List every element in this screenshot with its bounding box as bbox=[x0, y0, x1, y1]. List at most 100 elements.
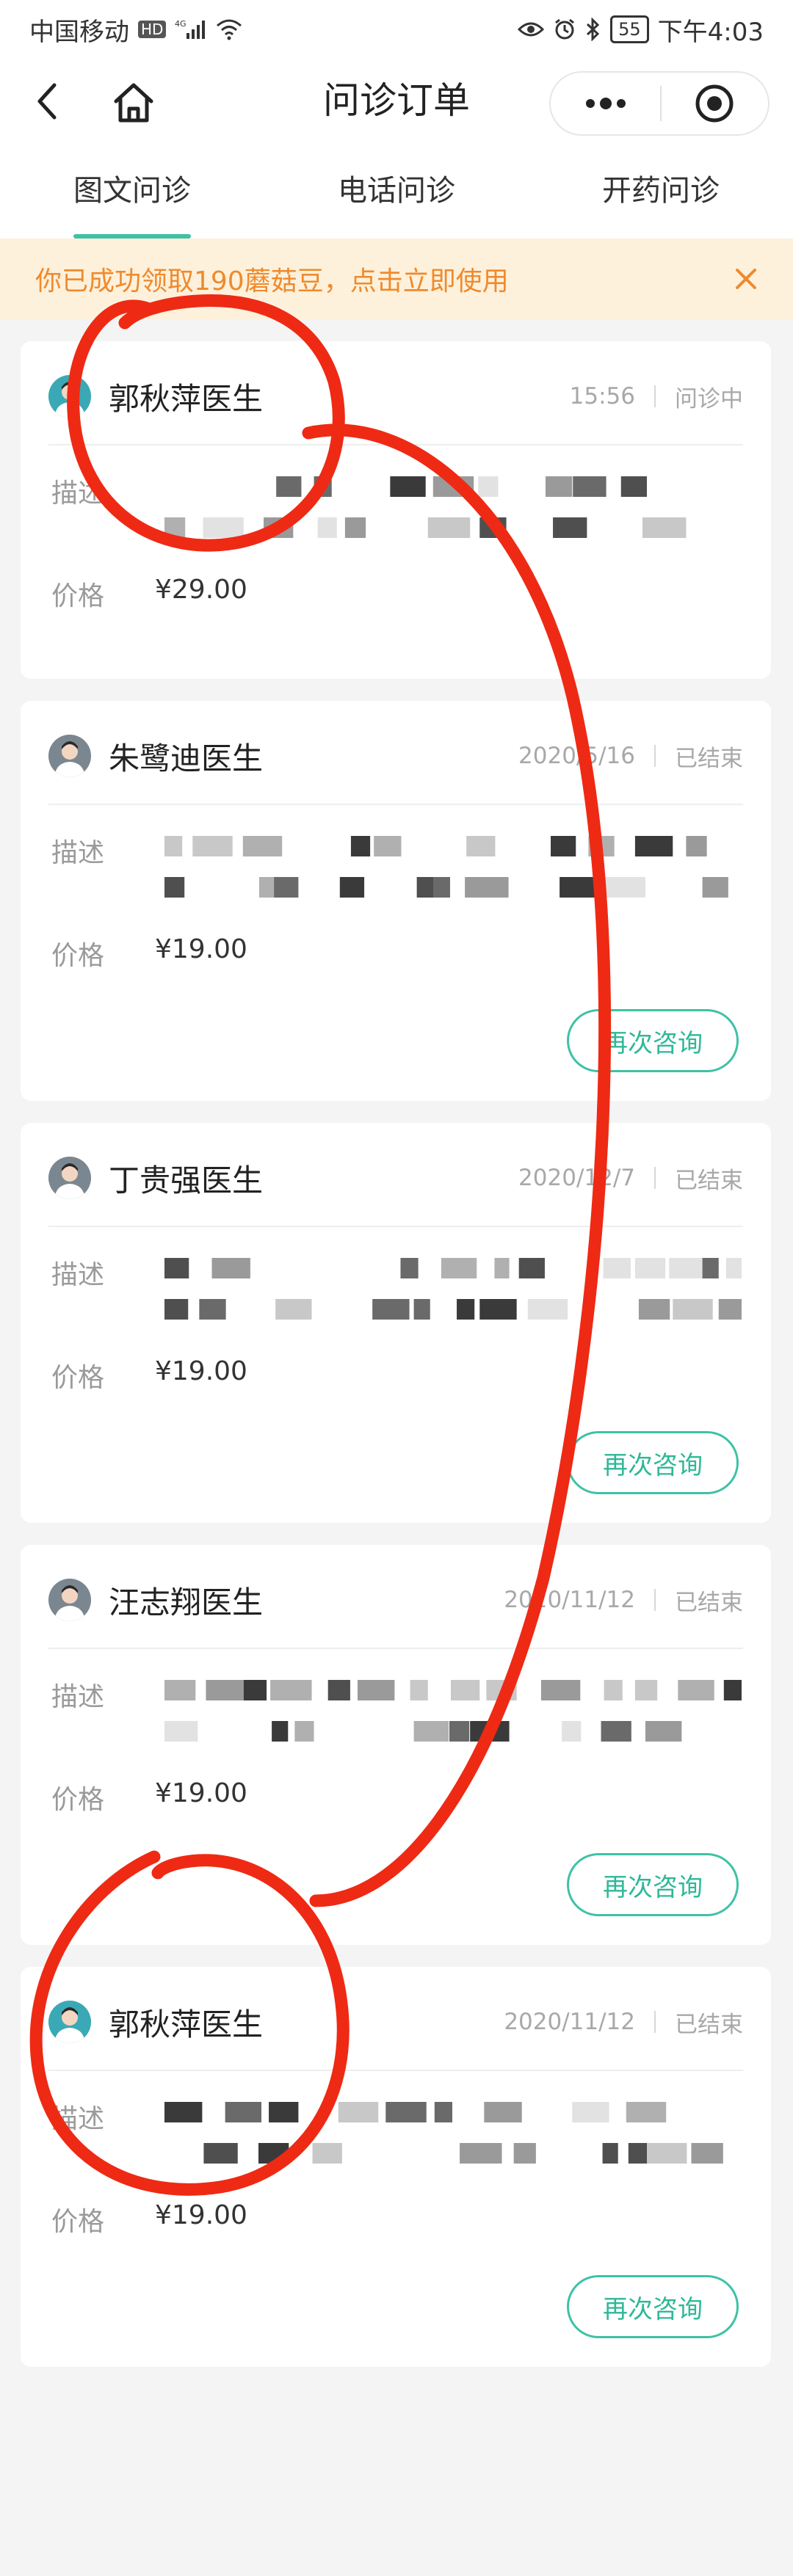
order-status: 问诊中 bbox=[675, 385, 743, 412]
card-header: 丁贵强医生 2020/12/7 已结束 bbox=[48, 1145, 743, 1211]
tab-prescription-consult[interactable]: 开药问诊 bbox=[529, 143, 793, 239]
doctor-name: 朱鹭迪医生 bbox=[109, 740, 264, 776]
status-bar: 中国移动 HD 4G 55 下午4:03 bbox=[0, 0, 793, 59]
desc-blurred-content bbox=[164, 826, 742, 914]
order-meta: 2020/11/12 已结束 bbox=[504, 1584, 743, 1617]
card-divider bbox=[48, 804, 743, 805]
home-button[interactable] bbox=[110, 79, 157, 126]
doctor-avatar bbox=[48, 735, 91, 777]
doctor-name: 丁贵强医生 bbox=[109, 1162, 264, 1198]
card-header: 郭秋萍医生 15:56 问诊中 bbox=[48, 363, 743, 429]
price-value: ¥19.00 bbox=[155, 1778, 247, 1808]
miniprogram-capsule bbox=[549, 71, 770, 136]
doctor-name: 汪志翔医生 bbox=[109, 1584, 264, 1620]
desc-label: 描述 bbox=[51, 479, 105, 509]
tab-label: 电话问诊 bbox=[338, 174, 455, 208]
target-close-icon bbox=[695, 84, 734, 123]
card-header: 朱鹭迪医生 2020/5/16 已结束 bbox=[48, 723, 743, 789]
more-button[interactable] bbox=[551, 73, 660, 134]
desc-label: 描述 bbox=[51, 838, 105, 868]
order-time: 2020/11/12 bbox=[504, 1587, 635, 1613]
order-time: 2020/11/12 bbox=[504, 2009, 635, 2035]
desc-blurred-content bbox=[164, 1670, 764, 1758]
order-meta: 2020/11/12 已结束 bbox=[504, 2006, 743, 2039]
card-divider bbox=[48, 444, 743, 445]
meta-divider bbox=[654, 745, 656, 767]
price-value: ¥19.00 bbox=[155, 934, 247, 964]
price-value: ¥19.00 bbox=[155, 2200, 247, 2230]
reconsult-button[interactable]: 再次咨询 bbox=[567, 2275, 739, 2338]
carrier-label: 中国移动 bbox=[29, 17, 129, 47]
bluetooth-icon bbox=[585, 18, 601, 41]
price-label: 价格 bbox=[51, 1363, 105, 1393]
order-time: 2020/5/16 bbox=[518, 743, 635, 769]
order-status: 已结束 bbox=[675, 1589, 743, 1616]
meta-divider bbox=[654, 1589, 656, 1611]
order-card[interactable]: 汪志翔医生 2020/11/12 已结束描述价格 ¥19.00 再次咨询 bbox=[21, 1545, 771, 1945]
price-label: 价格 bbox=[51, 581, 105, 611]
hd-icon: HD bbox=[138, 21, 167, 38]
reconsult-button[interactable]: 再次咨询 bbox=[567, 1431, 739, 1494]
order-card[interactable]: 郭秋萍医生 2020/11/12 已结束描述价格 ¥19.00 再次咨询 bbox=[21, 1967, 771, 2367]
tab-text-consult[interactable]: 图文问诊 bbox=[0, 143, 264, 239]
promo-close-button[interactable] bbox=[728, 261, 764, 296]
desc-label: 描述 bbox=[51, 1260, 105, 1290]
price-value: ¥19.00 bbox=[155, 1356, 247, 1386]
price-label: 价格 bbox=[51, 2207, 105, 2237]
card-header: 汪志翔医生 2020/11/12 已结束 bbox=[48, 1567, 743, 1633]
close-icon bbox=[736, 269, 756, 289]
price-label: 价格 bbox=[51, 1785, 105, 1815]
price-value: ¥29.00 bbox=[155, 575, 247, 605]
eye-icon bbox=[518, 20, 545, 39]
doctor-name: 郭秋萍医生 bbox=[109, 2006, 264, 2042]
tab-phone-consult[interactable]: 电话问诊 bbox=[264, 143, 529, 239]
card-divider bbox=[48, 2070, 743, 2071]
reconsult-label: 再次咨询 bbox=[603, 1450, 703, 1480]
order-card[interactable]: 丁贵强医生 2020/12/7 已结束 描述 价格 ¥19.00 再次咨询 bbox=[21, 1123, 771, 1523]
price-label: 价格 bbox=[51, 941, 105, 971]
order-status: 已结束 bbox=[675, 2011, 743, 2038]
desc-blurred-content bbox=[164, 1248, 765, 1336]
order-time: 15:56 bbox=[569, 383, 635, 410]
order-status: 已结束 bbox=[675, 745, 743, 772]
clock-label: 下午4:03 bbox=[657, 17, 764, 47]
back-button[interactable] bbox=[26, 81, 68, 122]
doctor-avatar bbox=[48, 375, 91, 418]
meta-divider bbox=[654, 2011, 656, 2033]
tab-label: 开药问诊 bbox=[602, 174, 720, 208]
desc-label: 描述 bbox=[51, 2104, 105, 2134]
order-time: 2020/12/7 bbox=[518, 1165, 635, 1191]
order-meta: 15:56 问诊中 bbox=[570, 380, 743, 413]
status-right: 55 下午4:03 bbox=[518, 12, 764, 48]
meta-divider bbox=[654, 385, 656, 407]
reconsult-button[interactable]: 再次咨询 bbox=[567, 1853, 739, 1916]
doctor-name: 郭秋萍医生 bbox=[109, 380, 264, 417]
reconsult-label: 再次咨询 bbox=[603, 2294, 703, 2324]
nav-bar: 问诊订单 bbox=[0, 59, 793, 143]
reconsult-label: 再次咨询 bbox=[603, 1028, 703, 1058]
tab-bar: 图文问诊 电话问诊 开药问诊 bbox=[0, 143, 793, 239]
wifi-icon bbox=[216, 18, 242, 40]
close-miniprogram-button[interactable] bbox=[662, 73, 768, 134]
alarm-icon bbox=[553, 18, 576, 41]
battery-icon: 55 bbox=[610, 15, 649, 43]
reconsult-button[interactable]: 再次咨询 bbox=[567, 1009, 739, 1072]
desc-label: 描述 bbox=[51, 1682, 105, 1712]
card-header: 郭秋萍医生 2020/11/12 已结束 bbox=[48, 1989, 743, 2055]
promo-text: 你已成功领取190蘑菇豆，点击立即使用 bbox=[35, 266, 509, 296]
chevron-left-icon bbox=[37, 83, 57, 120]
order-card[interactable]: 郭秋萍医生 15:56 问诊中描述价格 ¥29.00 bbox=[21, 341, 771, 679]
promo-banner[interactable]: 你已成功领取190蘑菇豆，点击立即使用 bbox=[0, 239, 793, 319]
svg-text:4G: 4G bbox=[175, 19, 187, 29]
order-card[interactable]: 朱鹭迪医生 2020/5/16 已结束描述价格 ¥19.00 再次咨询 bbox=[21, 701, 771, 1101]
status-left: 中国移动 HD 4G bbox=[29, 12, 242, 48]
order-meta: 2020/5/16 已结束 bbox=[518, 740, 743, 773]
desc-blurred-content bbox=[164, 466, 742, 554]
more-dots-icon bbox=[585, 98, 626, 109]
doctor-avatar bbox=[48, 2001, 91, 2043]
reconsult-label: 再次咨询 bbox=[603, 1872, 703, 1902]
home-icon bbox=[114, 83, 153, 123]
card-divider bbox=[48, 1226, 743, 1227]
doctor-avatar bbox=[48, 1157, 91, 1199]
desc-blurred-content bbox=[164, 2092, 742, 2180]
